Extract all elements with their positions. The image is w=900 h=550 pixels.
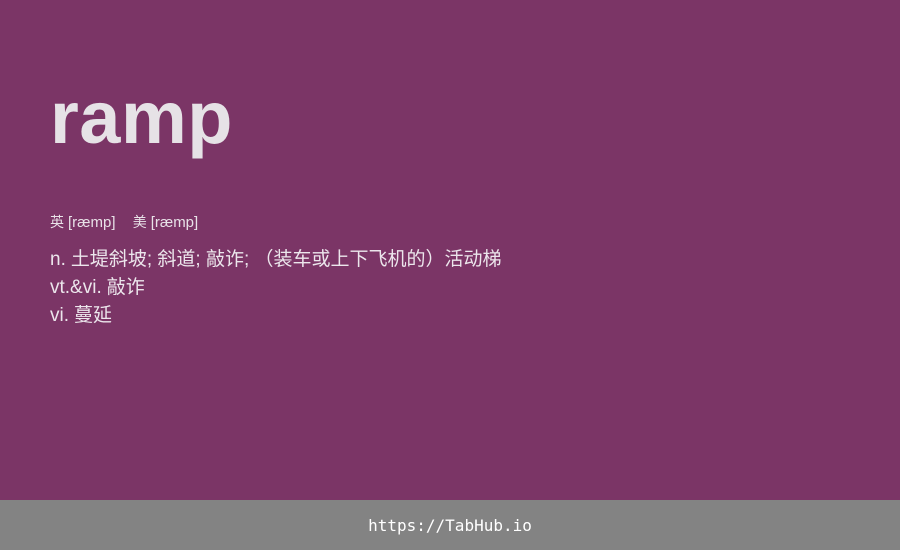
word-card: ramp 英 [ræmp] 美 [ræmp] n. 土堤斜坡; 斜道; 敲诈; （装车… xyxy=(0,0,900,500)
definition-text: 敲诈 xyxy=(106,277,145,298)
phonetic-us-ipa: [ræmp] xyxy=(150,214,199,231)
phonetic-uk-tag: 英 xyxy=(50,215,64,231)
headword: ramp xyxy=(50,76,233,159)
definition-pos: n. xyxy=(50,249,66,270)
phonetic-uk-ipa: [ræmp] xyxy=(68,214,116,231)
definition-intransitive-verb: vi. 蔓延 xyxy=(50,302,502,330)
footer-bar: https://TabHub.io xyxy=(0,500,900,550)
definition-pos: vi. xyxy=(50,305,69,326)
phonetics-row: 英 [ræmp] 美 [ræmp] xyxy=(50,213,198,233)
definition-text: 土堤斜坡; 斜道; 敲诈; （装车或上下飞机的）活动梯 xyxy=(70,249,502,270)
definition-pos: vt.&vi. xyxy=(50,277,102,298)
definition-noun: n. 土堤斜坡; 斜道; 敲诈; （装车或上下飞机的）活动梯 xyxy=(50,246,502,274)
phonetic-uk: 英 [ræmp] xyxy=(50,213,116,233)
definition-verb: vt.&vi. 敲诈 xyxy=(50,274,502,302)
phonetic-us: 美 [ræmp] xyxy=(133,213,199,233)
tabhub-link[interactable]: https://TabHub.io xyxy=(368,516,532,535)
definitions-list: n. 土堤斜坡; 斜道; 敲诈; （装车或上下飞机的）活动梯 vt.&vi. 敲诈 … xyxy=(50,246,502,330)
definition-text: 蔓延 xyxy=(74,305,113,326)
phonetic-us-tag: 美 xyxy=(132,215,147,231)
